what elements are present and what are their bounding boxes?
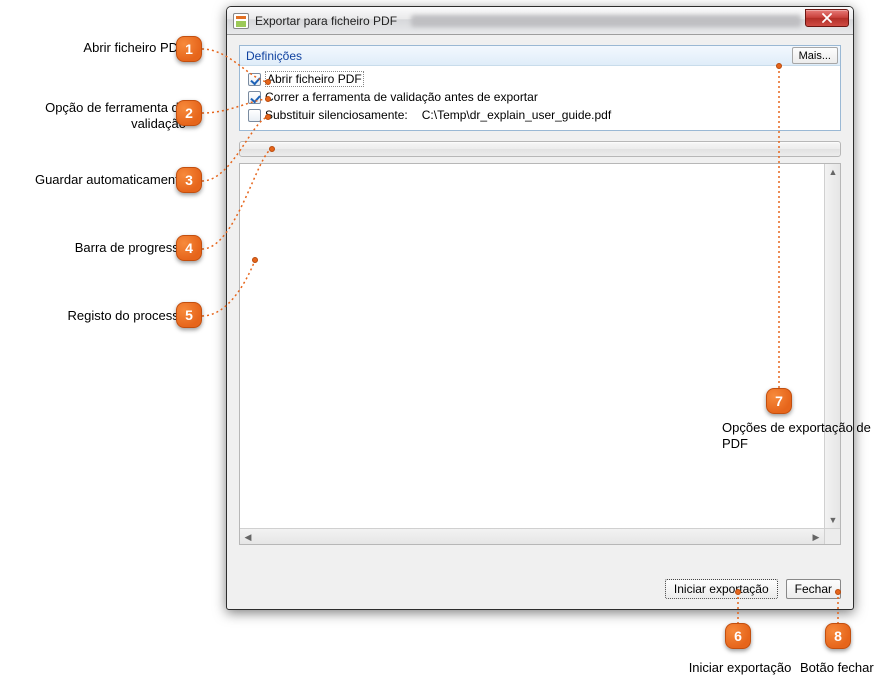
definitions-header: Definições Mais... — [240, 46, 840, 66]
connector-dot — [265, 96, 271, 102]
titlebar[interactable]: Exportar para ficheiro PDF — [227, 7, 853, 35]
progress-bar — [239, 141, 841, 157]
scroll-down-icon[interactable]: ▼ — [825, 512, 841, 528]
horizontal-scrollbar[interactable]: ◀ ▶ — [240, 528, 824, 544]
callout-label-8: Botão fechar — [800, 660, 884, 676]
connector-dot — [735, 589, 741, 595]
callout-label-7: Opções de exportação de PDF — [722, 420, 877, 453]
output-path: C:\Temp\dr_explain_user_guide.pdf — [422, 108, 611, 122]
silent-overwrite-row: Substituir silenciosamente: C:\Temp\dr_e… — [248, 106, 832, 124]
close-window-button[interactable] — [805, 9, 849, 27]
connector-dot — [265, 79, 271, 85]
connector-dot — [252, 257, 258, 263]
scroll-corner — [824, 528, 840, 544]
callout-label-2: Opção de ferramenta de validação — [16, 100, 186, 133]
callout-badge-8: 8 — [825, 623, 851, 649]
scroll-right-icon[interactable]: ▶ — [808, 529, 824, 545]
definitions-panel: Definições Mais... Abrir ficheiro PDF Co… — [239, 45, 841, 131]
dialog-title: Exportar para ficheiro PDF — [255, 14, 397, 28]
callout-label-3: Guardar automaticamente — [35, 172, 186, 188]
callout-label-1: Abrir ficheiro PDF — [83, 40, 186, 56]
run-validation-label[interactable]: Correr a ferramenta de validação antes d… — [265, 90, 538, 104]
open-pdf-label[interactable]: Abrir ficheiro PDF — [265, 71, 364, 87]
definitions-title: Definições — [246, 49, 302, 63]
more-options-button[interactable]: Mais... — [792, 47, 838, 64]
export-pdf-dialog: Exportar para ficheiro PDF Definições Ma… — [226, 6, 854, 610]
scroll-left-icon[interactable]: ◀ — [240, 529, 256, 545]
callout-label-5: Registo do processo — [67, 308, 186, 324]
silent-overwrite-label[interactable]: Substituir silenciosamente: — [265, 108, 408, 122]
connector-dot — [776, 63, 782, 69]
process-log: ▲ ▼ ◀ ▶ — [239, 163, 841, 545]
open-pdf-row: Abrir ficheiro PDF — [248, 70, 832, 88]
callout-badge-4: 4 — [176, 235, 202, 261]
close-button[interactable]: Fechar — [786, 579, 841, 599]
callout-label-4: Barra de progresso — [75, 240, 186, 256]
open-pdf-checkbox[interactable] — [248, 73, 261, 86]
start-export-button[interactable]: Iniciar exportação — [665, 579, 778, 599]
run-validation-checkbox[interactable] — [248, 91, 261, 104]
titlebar-blur — [411, 15, 801, 27]
scroll-up-icon[interactable]: ▲ — [825, 164, 841, 180]
run-validation-row: Correr a ferramenta de validação antes d… — [248, 88, 832, 106]
connector-dot — [269, 146, 275, 152]
definitions-content: Abrir ficheiro PDF Correr a ferramenta d… — [240, 66, 840, 130]
close-icon — [822, 13, 832, 23]
callout-badge-1: 1 — [176, 36, 202, 62]
connector-dot — [835, 589, 841, 595]
silent-overwrite-checkbox[interactable] — [248, 109, 261, 122]
callout-label-6: Iniciar exportação — [680, 660, 800, 676]
callout-badge-6: 6 — [725, 623, 751, 649]
callout-badge-7: 7 — [766, 388, 792, 414]
app-icon — [233, 13, 249, 29]
callout-badge-3: 3 — [176, 167, 202, 193]
vertical-scrollbar[interactable]: ▲ ▼ — [824, 164, 840, 528]
callout-badge-2: 2 — [176, 100, 202, 126]
dialog-footer: Iniciar exportação Fechar — [665, 579, 841, 599]
dialog-body: Definições Mais... Abrir ficheiro PDF Co… — [227, 35, 853, 555]
connector-dot — [265, 114, 271, 120]
callout-badge-5: 5 — [176, 302, 202, 328]
